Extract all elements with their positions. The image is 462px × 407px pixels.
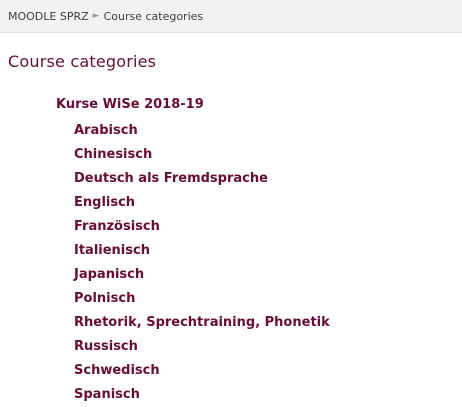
subcategory-item: Englisch <box>74 191 330 215</box>
subcategory-link-italienisch[interactable]: Italienisch <box>74 243 150 258</box>
subcategory-item: Japanisch <box>74 263 330 287</box>
page-title: Course categories <box>8 52 157 71</box>
subcategory-link-arabisch[interactable]: Arabisch <box>74 123 138 138</box>
subcategory-item: Polnisch <box>74 287 330 311</box>
subcategory-link-japanisch[interactable]: Japanisch <box>74 267 144 282</box>
subcategory-link-spanisch[interactable]: Spanisch <box>74 387 140 402</box>
breadcrumb-current: Course categories <box>103 9 204 23</box>
subcategory-link-russisch[interactable]: Russisch <box>74 339 138 354</box>
subcategory-link-polnisch[interactable]: Polnisch <box>74 291 135 306</box>
subcategory-link-deutsch-als-fremdsprache[interactable]: Deutsch als Fremdsprache <box>74 171 268 186</box>
subcategory-link-franzoesisch[interactable]: Französisch <box>74 219 160 234</box>
subcategory-item: Arabisch <box>74 119 330 143</box>
subcategory-item: Spanisch <box>74 383 330 407</box>
subcategory-list: Arabisch Chinesisch Deutsch als Fremdspr… <box>56 119 330 407</box>
subcategory-item: Französisch <box>74 215 330 239</box>
subcategory-link-chinesisch[interactable]: Chinesisch <box>74 147 152 162</box>
subcategory-item: Chinesisch <box>74 143 330 167</box>
subcategory-item: Russisch <box>74 335 330 359</box>
category-item: Kurse WiSe 2018-19 Arabisch Chinesisch D… <box>56 95 330 407</box>
breadcrumb-separator-icon: ► <box>92 10 100 21</box>
category-tree: Kurse WiSe 2018-19 Arabisch Chinesisch D… <box>56 95 330 407</box>
subcategory-item: Rhetorik, Sprechtraining, Phonetik <box>74 311 330 335</box>
subcategory-link-englisch[interactable]: Englisch <box>74 195 135 210</box>
subcategory-item: Schwedisch <box>74 359 330 383</box>
subcategory-item: Italienisch <box>74 239 330 263</box>
category-link-kurse-wise-2018-19[interactable]: Kurse WiSe 2018-19 <box>56 95 330 119</box>
subcategory-link-rhetorik[interactable]: Rhetorik, Sprechtraining, Phonetik <box>74 315 330 330</box>
subcategory-link-schwedisch[interactable]: Schwedisch <box>74 363 160 378</box>
breadcrumb-home-link[interactable]: MOODLE SPRZ <box>8 10 89 23</box>
breadcrumb: MOODLE SPRZ ► Course categories <box>0 0 462 33</box>
subcategory-item: Deutsch als Fremdsprache <box>74 167 330 191</box>
